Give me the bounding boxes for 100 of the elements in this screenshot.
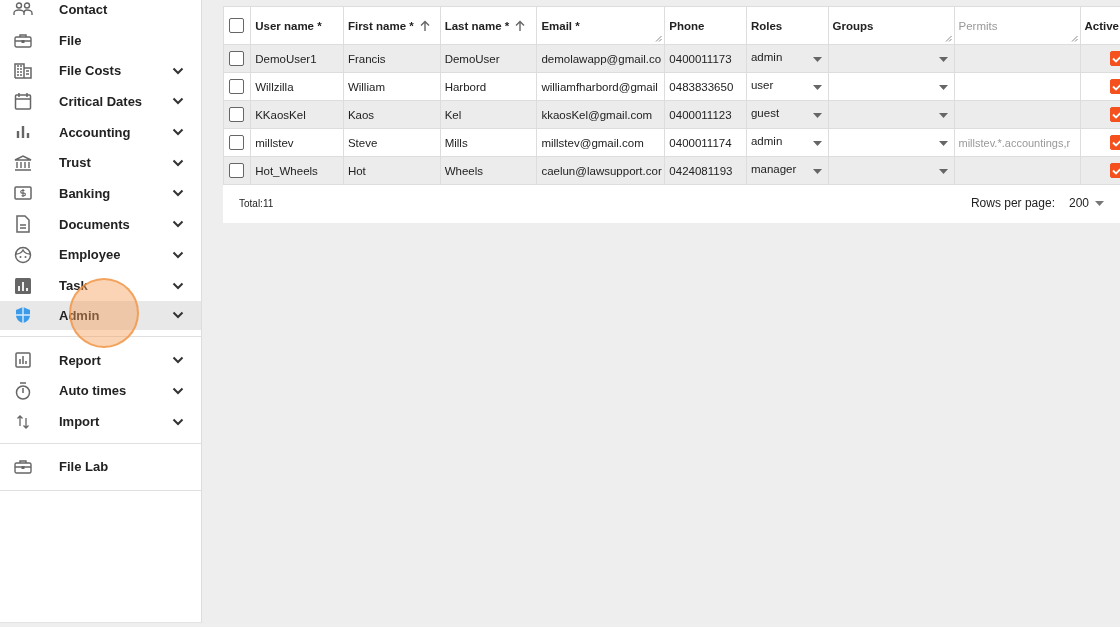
dropdown-arrow-icon [938, 113, 948, 118]
table-cell: William [347, 80, 385, 93]
role-select[interactable]: user [746, 72, 829, 101]
resize-grip-icon[interactable] [944, 35, 952, 42]
select-all-checkbox[interactable] [229, 18, 244, 33]
table-cell: 0400011174 [669, 136, 732, 149]
sidebar-item[interactable]: Contact [0, 0, 201, 25]
role-select[interactable]: guest [746, 100, 829, 129]
sort-arrow-icon[interactable] [515, 20, 526, 31]
table-cell: kkaosKel@gmail.com [541, 108, 653, 121]
column-header[interactable]: Phone [669, 19, 705, 32]
sidebar-item[interactable]: File Lab [0, 450, 201, 482]
sort-arrow-icon[interactable] [419, 20, 430, 31]
active-checkbox[interactable] [1109, 163, 1120, 178]
dropdown-arrow-icon [938, 85, 948, 90]
calendar-icon [14, 92, 32, 111]
table-cell: Hot_Wheels [255, 164, 318, 177]
column-header[interactable]: User name * [255, 19, 322, 32]
document-icon [16, 215, 30, 234]
table-cell: DemoUser [444, 52, 500, 65]
table-cell: 0424081193 [669, 164, 733, 177]
row-checkbox[interactable] [229, 107, 244, 122]
chevron-down-icon [172, 128, 184, 137]
sidebar-item[interactable]: File Costs [0, 55, 201, 87]
table-cell: demolawapp@gmail.co [541, 52, 662, 65]
sidebar-item[interactable]: Import [0, 406, 201, 437]
dropdown-arrow-icon [812, 85, 822, 90]
chevron-down-icon [172, 281, 184, 290]
chevron-down-icon [172, 250, 184, 259]
table-cell: 0400011123 [669, 108, 732, 121]
row-checkbox[interactable] [229, 51, 244, 66]
table-cell: millstev [255, 136, 294, 149]
sidebar-item[interactable]: Report [0, 344, 201, 376]
sidebar-item[interactable]: Documents [0, 208, 201, 240]
permits-text: millstev.*.accountings,r [958, 136, 1071, 149]
dropdown-arrow-icon [938, 141, 948, 146]
table-cell: Kel [444, 108, 462, 121]
rows-per-page-label: Rows per page: [970, 196, 1055, 210]
sort-arrows-icon [16, 413, 30, 430]
dropdown-arrow-icon [1095, 200, 1104, 206]
table-cell: 0400011173 [669, 52, 732, 65]
chevron-down-icon [172, 97, 184, 106]
dropdown-arrow-icon [812, 169, 822, 174]
building-icon [14, 62, 32, 79]
row-checkbox[interactable] [229, 135, 244, 150]
row-checkbox[interactable] [229, 79, 244, 94]
table-cell: Steve [347, 136, 378, 149]
briefcase-icon [14, 32, 32, 48]
table-cell: Wheels [444, 164, 483, 177]
role-select[interactable]: manager [746, 156, 829, 185]
table-cell: Francis [347, 52, 386, 65]
table-cell: caelun@lawsupport.cor [541, 164, 662, 177]
table-cell: Willzilla [255, 80, 294, 93]
sidebar-item[interactable]: Employee [0, 239, 201, 271]
chevron-down-icon [172, 417, 184, 426]
column-header[interactable]: Active [1084, 19, 1119, 32]
dropdown-arrow-icon [812, 57, 822, 62]
sidebar-item[interactable]: Accounting [0, 116, 201, 148]
column-header[interactable]: Email * [541, 19, 580, 32]
chevron-down-icon [172, 386, 184, 395]
bar-chart-icon [16, 126, 30, 139]
resize-grip-icon[interactable] [655, 35, 663, 42]
column-header[interactable]: First name * [347, 19, 414, 32]
active-checkbox[interactable] [1109, 135, 1120, 150]
sidebar-item[interactable]: Critical Dates [0, 86, 201, 117]
active-checkbox[interactable] [1109, 79, 1120, 94]
dropdown-arrow-icon [938, 169, 948, 174]
role-select[interactable]: admin [746, 128, 829, 157]
sidebar-item[interactable]: Auto times [0, 375, 201, 407]
column-header[interactable]: Last name * [444, 19, 510, 32]
sidebar-item[interactable]: File [0, 24, 201, 56]
sidebar-item[interactable]: Banking [0, 178, 201, 209]
chevron-down-icon [172, 220, 184, 229]
sidebar-item[interactable]: Task [0, 270, 201, 301]
report-icon [15, 352, 31, 369]
cash-icon [14, 186, 32, 201]
chevron-down-icon [172, 189, 184, 198]
total-count: Total:11 [239, 197, 275, 209]
shield-icon [15, 306, 31, 325]
column-header[interactable]: Groups [832, 19, 874, 32]
table-cell: Kaos [347, 108, 375, 121]
column-header[interactable]: Roles [750, 19, 783, 32]
chevron-down-icon [172, 66, 184, 75]
briefcase-icon [14, 458, 32, 474]
role-select[interactable]: admin [746, 44, 829, 73]
sidebar-item[interactable]: Trust [0, 147, 201, 179]
rows-per-page-select[interactable]: 200 [1068, 196, 1104, 210]
chevron-down-icon [172, 311, 184, 320]
row-checkbox[interactable] [229, 163, 244, 178]
table-cell: 0483833650 [669, 80, 734, 93]
table-cell: millstev@gmail.com [541, 136, 644, 149]
chevron-down-icon [172, 158, 184, 167]
active-checkbox[interactable] [1109, 107, 1120, 122]
dropdown-arrow-icon [812, 113, 822, 118]
table-cell: Mills [444, 136, 468, 149]
table-cell: Hot [347, 164, 366, 177]
dropdown-arrow-icon [812, 141, 822, 146]
chart-icon [15, 277, 31, 294]
face-icon [14, 245, 32, 264]
active-checkbox[interactable] [1109, 51, 1120, 66]
